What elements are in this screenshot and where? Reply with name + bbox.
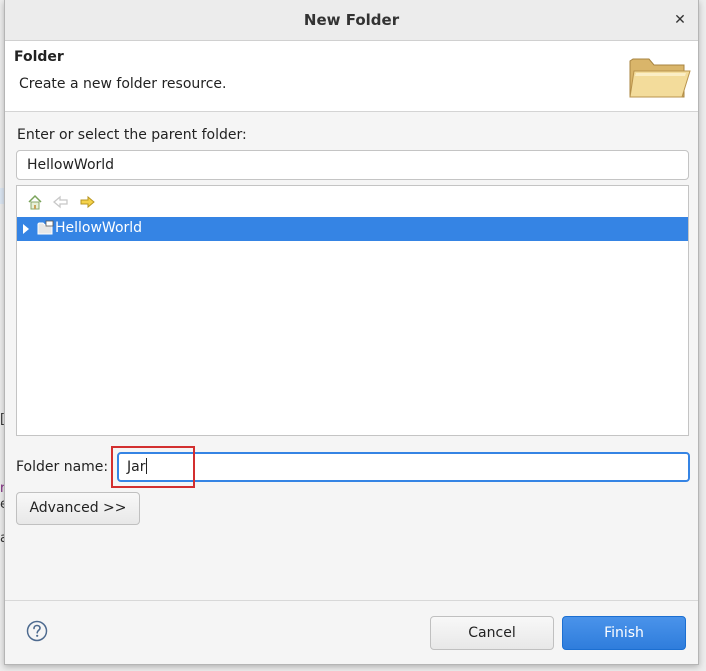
close-button[interactable]: ✕ [670, 10, 690, 30]
forward-arrow-icon[interactable] [77, 192, 97, 212]
folder-name-value: Jar [127, 459, 146, 475]
text-caret [146, 458, 148, 474]
wizard-banner: Folder Create a new folder resource. [5, 41, 698, 112]
banner-title: Folder [14, 49, 64, 65]
folder-name-input[interactable]: Jar [117, 452, 690, 482]
new-folder-dialog: New Folder ✕ Folder Create a new folder … [4, 0, 699, 665]
advanced-button[interactable]: Advanced >> [16, 492, 140, 525]
cancel-button[interactable]: Cancel [430, 616, 554, 650]
parent-folder-input[interactable]: HellowWorld [16, 150, 689, 180]
project-folder-icon [37, 220, 54, 235]
footer-divider [5, 600, 698, 601]
dialog-title: New Folder [303, 11, 400, 29]
close-icon: ✕ [674, 12, 686, 28]
parent-folder-label: Enter or select the parent folder: [17, 127, 247, 143]
home-icon[interactable] [25, 192, 45, 212]
folder-name-label: Folder name: [16, 459, 109, 475]
expand-arrow-icon[interactable] [23, 224, 29, 234]
back-arrow-icon[interactable] [51, 192, 71, 212]
folder-tree[interactable]: HellowWorld [16, 185, 689, 436]
tree-item[interactable]: HellowWorld [17, 217, 688, 241]
finish-button[interactable]: Finish [562, 616, 686, 650]
banner-description: Create a new folder resource. [19, 76, 227, 92]
help-icon[interactable] [26, 620, 48, 642]
tree-item-label: HellowWorld [55, 220, 143, 236]
folder-wizard-icon [629, 58, 691, 98]
title-bar[interactable]: New Folder ✕ [5, 0, 698, 41]
